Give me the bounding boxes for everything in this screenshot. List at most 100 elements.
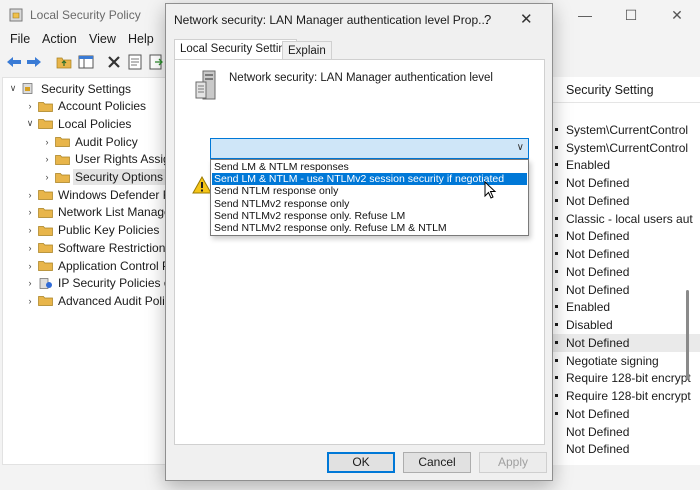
forward-button[interactable] (24, 52, 44, 72)
help-icon[interactable]: ? (484, 12, 491, 27)
tree-item[interactable]: › Application Control Polic (24, 257, 166, 274)
up-one-level-button[interactable] (54, 52, 74, 72)
list-row[interactable]: Classic - local users aut (553, 210, 700, 228)
list-row[interactable]: Not Defined (553, 245, 700, 263)
maximize-button[interactable]: ☐ (608, 0, 654, 30)
chevron-down-icon[interactable]: ∨ (517, 142, 524, 153)
dropdown-option[interactable]: Send LM & NTLM - use NTLMv2 session secu… (212, 173, 527, 186)
row-marker (555, 127, 558, 131)
list-row[interactable]: Not Defined (553, 405, 700, 423)
list-row[interactable]: Not Defined (553, 263, 700, 281)
list-row[interactable]: Not Defined (553, 227, 700, 245)
folder-icon (38, 208, 53, 218)
list-row[interactable]: Enabled (553, 298, 700, 316)
tree-item[interactable]: › Software Restriction Polic (24, 239, 166, 256)
menu-view[interactable]: View (89, 32, 116, 46)
dropdown-option[interactable]: Send NTLMv2 response only. Refuse LM (212, 210, 527, 222)
tree-item[interactable]: › Security Options (41, 169, 165, 186)
chevron-right-icon[interactable]: › (24, 207, 36, 217)
vertical-scrollbar[interactable] (686, 290, 689, 380)
list-row[interactable]: Enabled (553, 156, 700, 174)
list-row[interactable]: Not Defined (553, 333, 700, 352)
chevron-down-icon[interactable]: ∨ (7, 83, 19, 94)
setting-value: Enabled (566, 300, 611, 315)
dropdown-option[interactable]: Send LM & NTLM responses (212, 161, 527, 173)
export-list-button[interactable] (146, 52, 166, 72)
row-marker (555, 287, 558, 291)
mouse-cursor-icon (484, 181, 497, 199)
apply-button[interactable]: Apply (479, 452, 547, 473)
chevron-right-icon[interactable]: › (24, 101, 36, 111)
tree-item[interactable]: › Public Key Policies (24, 222, 161, 239)
dropdown-option[interactable]: Send NTLMv2 response only (212, 198, 527, 210)
tree-item[interactable]: › Audit Policy (41, 133, 140, 150)
tree-item-label: Advanced Audit Policy C (58, 293, 165, 308)
chevron-right-icon[interactable]: › (24, 296, 36, 306)
tree-item-label: Local Policies (58, 116, 132, 131)
list-row[interactable]: Not Defined (553, 192, 700, 210)
chevron-right-icon[interactable]: › (24, 261, 36, 271)
setting-value: Not Defined (566, 193, 630, 208)
tree-item[interactable]: › User Rights Assignme (41, 151, 166, 168)
maximize-icon: ☐ (624, 6, 638, 23)
row-marker (555, 305, 558, 309)
chevron-down-icon[interactable]: ∨ (24, 118, 36, 129)
authentication-level-dropdown: Send LM & NTLM responses Send LM & NTLM -… (210, 159, 529, 236)
list-row[interactable]: Not Defined (553, 174, 700, 192)
cancel-button[interactable]: Cancel (403, 452, 471, 473)
tab-explain[interactable]: Explain (282, 41, 332, 61)
row-marker (555, 163, 558, 167)
list-row[interactable]: System\CurrentControl (553, 121, 700, 139)
delete-button[interactable] (104, 52, 124, 72)
ok-button[interactable]: OK (327, 452, 395, 473)
list-row[interactable]: Require 128-bit encrypt (553, 387, 700, 405)
menu-help[interactable]: Help (128, 32, 154, 46)
tree-item[interactable]: › Network List Manager Po (24, 204, 166, 221)
setting-value: Not Defined (566, 335, 630, 350)
list-row[interactable]: Not Defined (553, 423, 700, 441)
dropdown-option[interactable]: Send NTLMv2 response only. Refuse LM & N… (212, 222, 527, 234)
setting-value: Classic - local users aut (566, 211, 693, 226)
dropdown-option[interactable]: Send NTLM response only (212, 185, 527, 197)
chevron-right-icon[interactable]: › (41, 137, 53, 147)
list-row[interactable]: Disabled (553, 316, 700, 334)
chevron-right-icon[interactable]: › (24, 278, 36, 288)
chevron-right-icon[interactable]: › (24, 190, 36, 200)
row-marker (555, 376, 558, 380)
row-marker (555, 181, 558, 184)
tree-item[interactable]: › Windows Defender Firew (24, 186, 166, 203)
menu-action[interactable]: Action (42, 32, 77, 46)
minimize-button[interactable]: — (562, 0, 608, 30)
properties-button[interactable] (125, 52, 145, 72)
chevron-right-icon[interactable]: › (41, 172, 53, 182)
tree-item[interactable]: ∨ Local Policies (24, 115, 133, 132)
delete-icon (108, 56, 120, 68)
row-marker (555, 252, 558, 255)
tree-item[interactable]: › Account Policies (24, 98, 148, 115)
list-row[interactable]: Negotiate signing (553, 352, 700, 370)
close-window-button[interactable]: ✕ (654, 0, 700, 30)
dialog-title: Network security: LAN Manager authentica… (174, 13, 489, 27)
back-button[interactable] (4, 52, 24, 72)
column-header-security-setting[interactable]: Security Setting (553, 77, 700, 103)
tree-item[interactable]: › IP Security Policies on Lo (24, 275, 166, 292)
row-marker (555, 198, 558, 202)
chevron-right-icon[interactable]: › (24, 225, 36, 235)
tree-item[interactable]: ∨ Security Settings (7, 80, 133, 97)
show-hide-tree-button[interactable] (76, 52, 96, 72)
list-row[interactable]: System\CurrentControl (553, 139, 700, 157)
list-row[interactable]: Not Defined (553, 440, 700, 458)
list-row[interactable]: Require 128-bit encrypt (553, 369, 700, 387)
tab-local-security-setting[interactable]: Local Security Setting (174, 39, 298, 61)
folder-open-icon (38, 119, 53, 130)
chevron-right-icon[interactable]: › (24, 243, 36, 253)
authentication-level-combobox[interactable]: ∨ (210, 138, 529, 159)
setting-value: Not Defined (566, 229, 630, 244)
list-row[interactable]: Not Defined (553, 281, 700, 299)
tree-item[interactable]: › Advanced Audit Policy C (24, 292, 166, 309)
menu-file[interactable]: File (10, 32, 30, 46)
dialog-close-icon[interactable]: ✕ (520, 10, 533, 28)
list-row[interactable] (553, 103, 700, 121)
chevron-right-icon[interactable]: › (41, 154, 53, 164)
setting-value: Not Defined (566, 406, 630, 421)
